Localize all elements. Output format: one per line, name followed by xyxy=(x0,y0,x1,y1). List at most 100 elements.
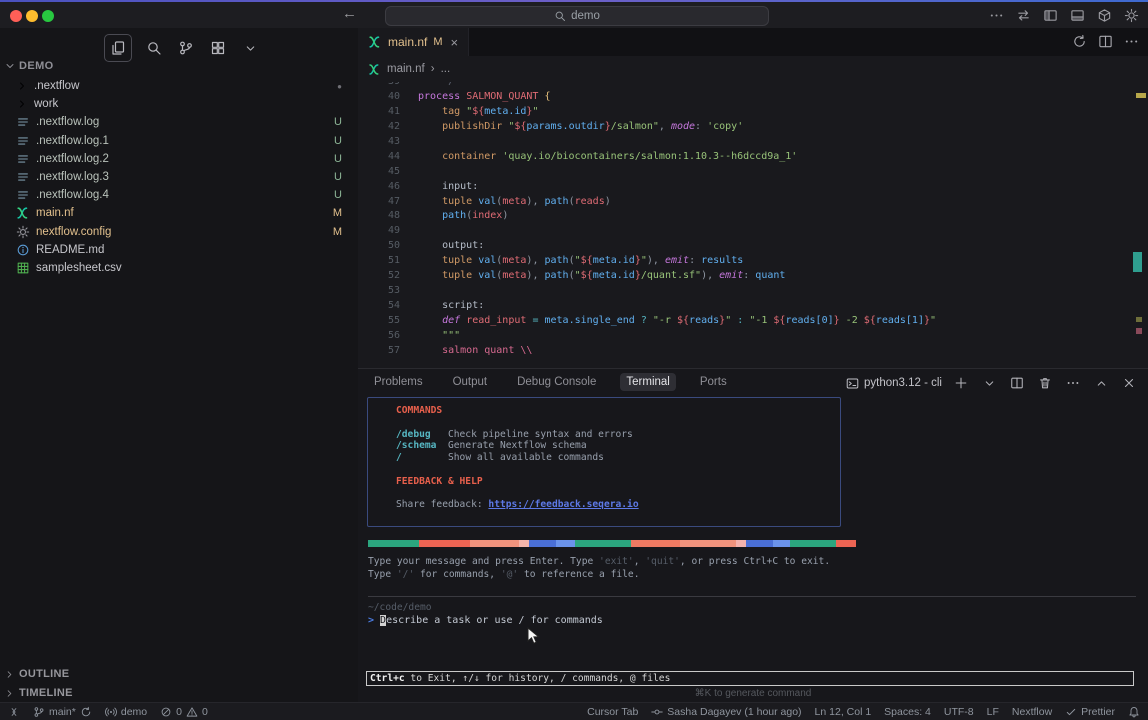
panel-tab-debug-console[interactable]: Debug Console xyxy=(511,373,602,391)
code-line-53: 53 xyxy=(358,284,1148,299)
status-item-cursor-tab[interactable]: Cursor Tab xyxy=(587,706,638,718)
file-row--nextflow-log-3[interactable]: .nextflow.log.3U xyxy=(0,168,358,186)
git-status-badge: U xyxy=(334,153,342,165)
traffic-zoom-button[interactable] xyxy=(42,10,54,22)
terminal-instance[interactable]: python3.12 - cli xyxy=(846,377,942,390)
trash-button[interactable] xyxy=(1036,374,1054,392)
status-item-remote[interactable] xyxy=(8,706,20,718)
chevron-down-button[interactable] xyxy=(240,38,260,58)
chevron-down-icon xyxy=(244,42,257,55)
chevron-right-icon xyxy=(4,688,15,699)
status-item-sasha-dagayev-1-hour-ago-[interactable]: Sasha Dagayev (1 hour ago) xyxy=(651,706,801,718)
panel-tab-ports[interactable]: Ports xyxy=(694,373,733,391)
gradient-segment xyxy=(419,540,470,547)
file-name: README.md xyxy=(36,244,104,256)
panel-tab-problems[interactable]: Problems xyxy=(368,373,429,391)
log-icon xyxy=(16,115,30,129)
git-status-badge: M xyxy=(333,207,342,219)
line-number: 45 xyxy=(358,165,414,180)
line-number: 55 xyxy=(358,314,414,329)
back-icon[interactable]: ← xyxy=(342,5,357,22)
status-item-spaces-4[interactable]: Spaces: 4 xyxy=(884,706,931,718)
close-button[interactable] xyxy=(1120,374,1138,392)
chevron-right-icon xyxy=(16,98,28,110)
tab-label: main.nf xyxy=(388,35,427,49)
outline-label: OUTLINE xyxy=(19,668,69,680)
layout-panel-icon xyxy=(1070,8,1085,23)
status-item-main-[interactable]: main* xyxy=(33,706,92,718)
traffic-close-button[interactable] xyxy=(10,10,22,22)
chevron-up-button[interactable] xyxy=(1092,374,1110,392)
editor-actions xyxy=(1070,32,1140,50)
gradient-segment xyxy=(470,540,519,547)
outline-section[interactable]: OUTLINE xyxy=(4,668,69,680)
panel-tab-terminal[interactable]: Terminal xyxy=(620,373,675,391)
terminal-input[interactable]: > Describe a task or use / for commands xyxy=(368,615,603,626)
tab-main-nf[interactable]: main.nf M × xyxy=(358,28,469,56)
search-button[interactable] xyxy=(144,38,164,58)
titlebar-actions xyxy=(987,5,1140,25)
code-editor[interactable]: 39 */40process SALMON_QUANT {41 tag "${m… xyxy=(358,82,1148,368)
file-row--nextflow-log-2[interactable]: .nextflow.log.2 U xyxy=(0,150,358,168)
more-button[interactable] xyxy=(1064,374,1082,392)
files-button[interactable] xyxy=(104,34,132,62)
search-icon xyxy=(146,40,162,56)
cube-button[interactable] xyxy=(1095,6,1113,24)
split-button[interactable] xyxy=(1008,374,1026,392)
terminal-help-text: Type your message and press Enter. Type … xyxy=(368,555,830,581)
swap-button[interactable] xyxy=(1014,6,1032,24)
nextflow-icon xyxy=(16,206,30,220)
explorer-section-header[interactable]: DEMO xyxy=(4,60,54,72)
source-control-button[interactable] xyxy=(176,38,196,58)
status-label: Ln 12, Col 1 xyxy=(815,706,872,718)
status-item-demo[interactable]: demo xyxy=(105,706,147,718)
chevron-right-icon xyxy=(4,668,15,680)
file-row-work[interactable]: work xyxy=(0,95,358,113)
file-name: .nextflow.log.2 xyxy=(36,153,109,165)
status-item-ln-12-col-1[interactable]: Ln 12, Col 1 xyxy=(815,706,872,718)
extensions-button[interactable] xyxy=(208,38,228,58)
gear-button[interactable] xyxy=(1122,6,1140,24)
ruler-mark xyxy=(1136,328,1142,334)
plus-button[interactable] xyxy=(952,374,970,392)
file-name: main.nf xyxy=(36,207,74,219)
chevron-down-icon xyxy=(4,60,16,72)
panel-tab-output[interactable]: Output xyxy=(447,373,494,391)
line-number: 47 xyxy=(358,195,414,210)
command-center-search[interactable]: demo xyxy=(385,6,769,26)
traffic-minimize-button[interactable] xyxy=(26,10,38,22)
terminal-line: /debug Check pipeline syntax and errors xyxy=(396,429,840,441)
compare-icon xyxy=(1072,34,1087,49)
file-row-nextflow-config[interactable]: nextflow.configM xyxy=(0,223,358,241)
more-button[interactable] xyxy=(1122,32,1140,50)
code-line-51: 51 tuple val(meta), path("${meta.id}"), … xyxy=(358,254,1148,269)
chevron-down-button[interactable] xyxy=(980,374,998,392)
file-row--nextflow-log-1[interactable]: .nextflow.log.1U xyxy=(0,132,358,150)
split-button[interactable] xyxy=(1096,32,1114,50)
status-item-prettier[interactable]: Prettier xyxy=(1065,706,1115,718)
terminal-line xyxy=(396,464,840,476)
file-row-main-nf[interactable]: main.nf M xyxy=(0,204,358,222)
status-item-nextflow[interactable]: Nextflow xyxy=(1012,706,1052,718)
status-left: main* demo 00 xyxy=(8,706,208,718)
file-row--nextflow[interactable]: .nextflow● xyxy=(0,77,358,95)
terminal-line: COMMANDS xyxy=(396,405,840,417)
status-item-bell[interactable] xyxy=(1128,706,1140,718)
file-row-README-md[interactable]: README.md xyxy=(0,241,358,259)
file-row--nextflow-log[interactable]: .nextflow.logU xyxy=(0,113,358,131)
breadcrumb[interactable]: main.nf › ... xyxy=(358,56,1148,82)
compare-button[interactable] xyxy=(1070,32,1088,50)
more-button[interactable] xyxy=(987,6,1005,24)
file-row--nextflow-log-4[interactable]: .nextflow.log.4U xyxy=(0,186,358,204)
layout-panel-button[interactable] xyxy=(1068,6,1086,24)
timeline-section[interactable]: TIMELINE xyxy=(4,687,73,699)
status-item-utf-8[interactable]: UTF-8 xyxy=(944,706,974,718)
breadcrumb-file: main.nf xyxy=(387,63,425,75)
broadcast-icon xyxy=(105,706,117,718)
layout-sidebar-button[interactable] xyxy=(1041,6,1059,24)
close-icon[interactable]: × xyxy=(451,35,459,50)
file-row-samplesheet-csv[interactable]: samplesheet.csv xyxy=(0,259,358,277)
status-item-lf[interactable]: LF xyxy=(987,706,999,718)
title-bar: ← demo xyxy=(0,2,1148,29)
status-item-0[interactable]: 00 xyxy=(160,706,208,718)
